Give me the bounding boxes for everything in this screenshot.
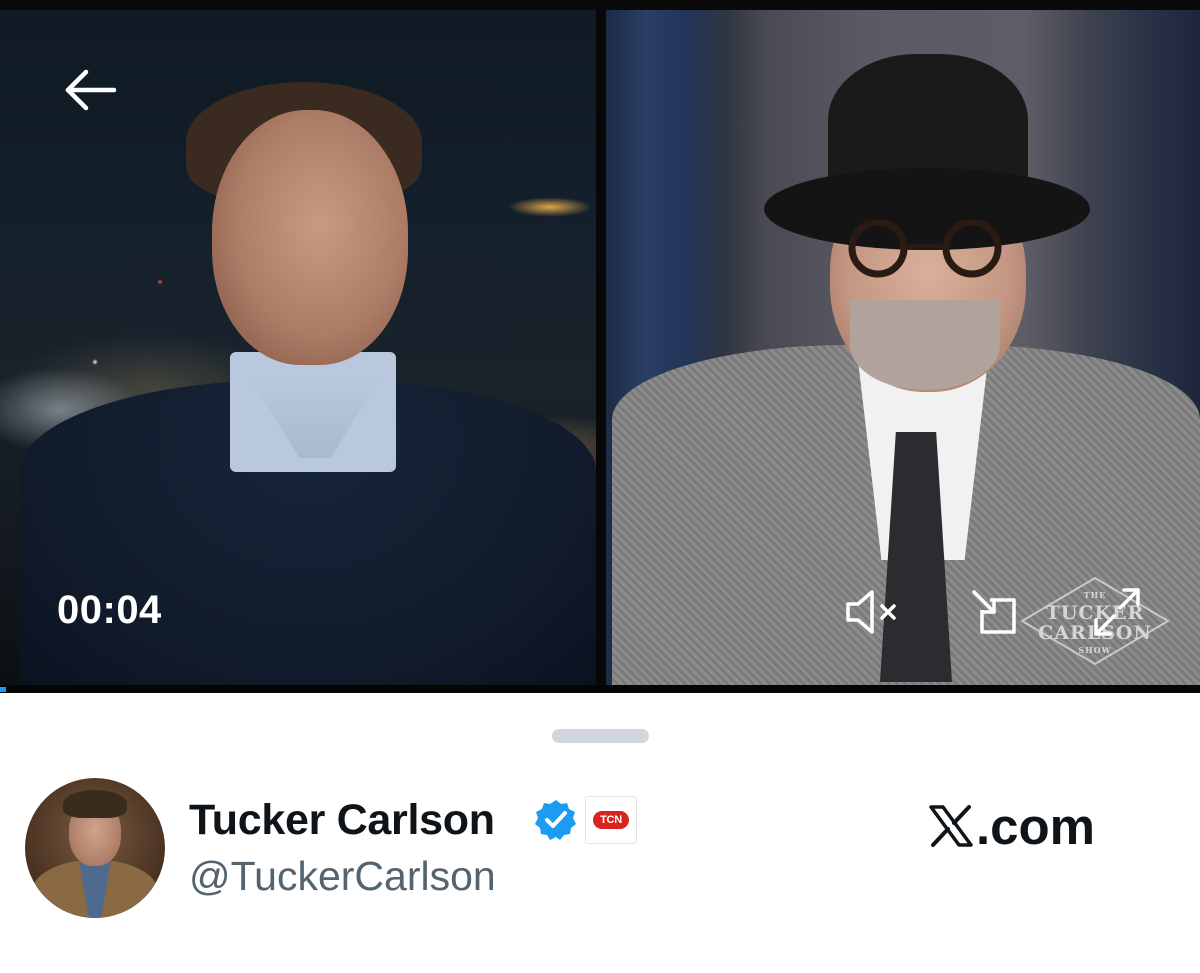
right-speaker-glasses xyxy=(848,220,1002,278)
right-speaker-beard xyxy=(850,300,1000,390)
video-bottom-edge xyxy=(0,685,1200,693)
mute-button[interactable] xyxy=(842,584,900,640)
page: 00:04 THE TUCKER CARLSON SHOW Tucker Car… xyxy=(0,0,1200,973)
watermark-line4: SHOW xyxy=(1078,645,1112,655)
display-name[interactable]: Tucker Carlson xyxy=(189,796,495,845)
video-player[interactable]: 00:04 THE TUCKER CARLSON SHOW xyxy=(0,0,1200,693)
video-progress-bar[interactable] xyxy=(0,687,6,692)
x-logo-icon xyxy=(929,805,973,847)
avatar-hair xyxy=(63,790,127,818)
sheet-drag-handle[interactable] xyxy=(552,729,649,743)
picture-in-picture-button[interactable] xyxy=(966,584,1024,640)
speaker-muted-icon xyxy=(846,590,896,634)
video-timestamp: 00:04 xyxy=(57,588,162,632)
verified-badge-icon xyxy=(535,800,576,840)
fullscreen-button[interactable] xyxy=(1088,584,1146,640)
affiliate-badge-label: TCN xyxy=(593,811,629,829)
brand-label: .com xyxy=(976,797,1096,855)
back-button[interactable] xyxy=(60,66,122,114)
arrow-left-icon xyxy=(65,69,117,111)
avatar[interactable] xyxy=(25,778,165,918)
brand-link[interactable]: .com xyxy=(928,796,1095,856)
split-screen-divider xyxy=(596,10,606,693)
picture-in-picture-icon xyxy=(972,590,1016,634)
affiliate-badge[interactable]: TCN xyxy=(585,796,637,844)
left-speaker-face xyxy=(212,110,408,365)
account-handle[interactable]: @TuckerCarlson xyxy=(189,853,496,900)
video-top-edge xyxy=(0,0,1200,10)
expand-icon xyxy=(1094,588,1140,636)
